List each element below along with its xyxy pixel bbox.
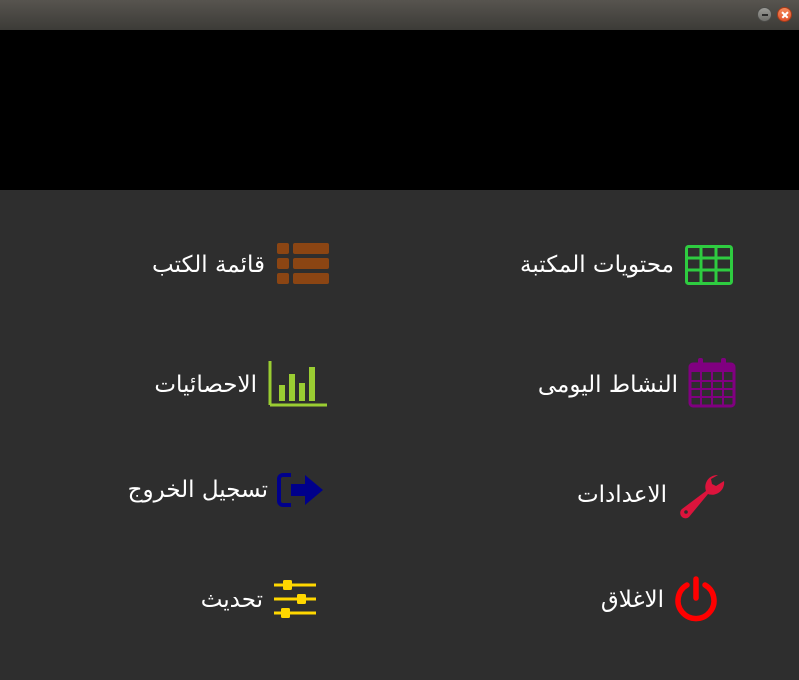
menu-item-label: قائمة الكتب <box>152 252 265 278</box>
calendar-icon <box>688 357 736 409</box>
grid-table-icon <box>685 245 733 285</box>
menu-item-label: تحديث <box>200 587 263 613</box>
menu-item-settings[interactable]: الاعدادات <box>545 465 730 525</box>
main-menu: محتويات المكتبة قائمة الكتب النشاط اليوم… <box>0 190 799 680</box>
menu-item-label: الاعدادات <box>577 482 667 508</box>
menu-item-library-contents[interactable]: محتويات المكتبة <box>470 235 740 295</box>
power-icon <box>672 576 720 624</box>
menu-item-label: تسجيل الخروج <box>127 477 268 503</box>
minimize-button[interactable] <box>757 7 772 22</box>
header-banner <box>0 30 799 190</box>
menu-item-label: النشاط اليومى <box>537 372 678 398</box>
close-window-button[interactable] <box>777 7 792 22</box>
menu-item-close[interactable]: الاغلاق <box>570 570 730 630</box>
menu-item-statistics[interactable]: الاحصائيات <box>120 355 335 415</box>
sliders-icon <box>273 579 317 619</box>
bar-chart-icon <box>268 361 328 407</box>
list-icon <box>277 243 329 285</box>
window-titlebar <box>0 0 799 30</box>
menu-item-label: الاحصائيات <box>154 372 257 398</box>
menu-item-logout[interactable]: تسجيل الخروج <box>95 460 335 520</box>
menu-item-label: محتويات المكتبة <box>520 252 674 278</box>
menu-item-daily-activity[interactable]: النشاط اليومى <box>515 355 740 415</box>
menu-item-label: الاغلاق <box>600 587 664 613</box>
sign-out-icon <box>277 472 325 508</box>
menu-item-refresh[interactable]: تحديث <box>170 570 335 630</box>
wrench-icon <box>678 471 728 521</box>
menu-item-book-list[interactable]: قائمة الكتب <box>120 235 335 295</box>
